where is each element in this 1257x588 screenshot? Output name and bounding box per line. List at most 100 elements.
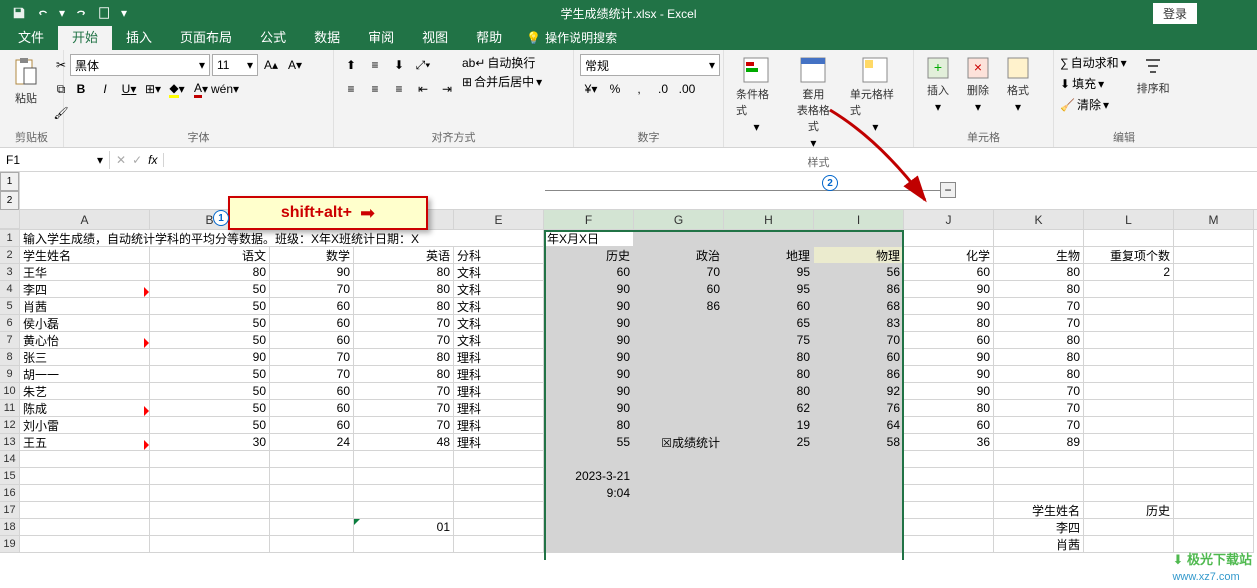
tab-formulas[interactable]: 公式 — [246, 23, 300, 50]
cell[interactable] — [1174, 519, 1254, 536]
cell[interactable] — [1174, 332, 1254, 349]
cell[interactable]: 70 — [354, 400, 454, 417]
cell[interactable]: 80 — [544, 417, 634, 434]
cell[interactable] — [20, 519, 150, 536]
cell[interactable] — [814, 519, 904, 536]
cell[interactable]: 2 — [1084, 264, 1174, 281]
cell[interactable]: 朱艺 — [20, 383, 150, 400]
tab-home[interactable]: 开始 — [58, 23, 112, 50]
cell[interactable] — [1084, 536, 1174, 553]
cell[interactable] — [634, 417, 724, 434]
cell[interactable]: 70 — [354, 315, 454, 332]
cell[interactable]: 80 — [994, 366, 1084, 383]
cell[interactable]: 60 — [270, 298, 354, 315]
row-header[interactable]: 6 — [0, 315, 20, 332]
cancel-formula-icon[interactable]: ✕ — [116, 153, 126, 167]
cell[interactable]: 文科 — [454, 281, 544, 298]
cell[interactable]: 50 — [150, 332, 270, 349]
col-header-F[interactable]: F — [544, 210, 634, 229]
cell[interactable]: 王五 — [20, 434, 150, 451]
row-header[interactable]: 5 — [0, 298, 20, 315]
cell[interactable] — [454, 485, 544, 502]
cell[interactable]: 黄心怡 — [20, 332, 150, 349]
cell[interactable]: 90 — [904, 281, 994, 298]
format-cells-button[interactable]: 格式▾ — [1000, 54, 1036, 116]
grid-body[interactable]: 1输入学生成绩，自动统计学科的平均分等数据。班级：X年X班统计日期：X年X月X日… — [0, 230, 1257, 553]
decrease-indent-icon[interactable]: ⇤ — [412, 78, 434, 100]
cell[interactable]: 理科 — [454, 366, 544, 383]
cell[interactable]: 侯小磊 — [20, 315, 150, 332]
cell[interactable]: 70 — [634, 264, 724, 281]
col-header-H[interactable]: H — [724, 210, 814, 229]
cell[interactable]: 50 — [150, 417, 270, 434]
cell[interactable]: 理科 — [454, 400, 544, 417]
tab-file[interactable]: 文件 — [4, 23, 58, 50]
cell[interactable]: 文科 — [454, 332, 544, 349]
cell[interactable]: 90 — [544, 315, 634, 332]
cell[interactable] — [1174, 434, 1254, 451]
currency-icon[interactable]: ¥▾ — [580, 78, 602, 100]
cell[interactable]: 60 — [634, 281, 724, 298]
fill-button[interactable]: ⬇填充▾ — [1060, 75, 1127, 92]
col-header-J[interactable]: J — [904, 210, 994, 229]
cell[interactable]: 01 — [354, 519, 454, 536]
font-name-combo[interactable]: 黑体▾ — [70, 54, 210, 76]
cell[interactable]: 理科 — [454, 417, 544, 434]
qat-dropdown-icon[interactable]: ▾ — [56, 2, 68, 24]
percent-icon[interactable]: % — [604, 78, 626, 100]
align-right-icon[interactable]: ≡ — [388, 78, 410, 100]
cell[interactable]: ☒成绩统计 — [634, 434, 724, 451]
cell[interactable]: 李四 — [994, 519, 1084, 536]
align-middle-icon[interactable]: ≡ — [364, 54, 386, 76]
cell[interactable]: 80 — [354, 349, 454, 366]
cell[interactable] — [904, 451, 994, 468]
cell[interactable] — [20, 451, 150, 468]
font-size-combo[interactable]: 11▾ — [212, 54, 258, 76]
conditional-format-button[interactable]: 条件格式▾ — [730, 54, 783, 136]
cell[interactable]: 50 — [150, 383, 270, 400]
cell[interactable] — [1084, 366, 1174, 383]
cell[interactable] — [1174, 383, 1254, 400]
row-header[interactable]: 19 — [0, 536, 20, 553]
cell[interactable]: 90 — [904, 298, 994, 315]
cell[interactable]: 80 — [354, 366, 454, 383]
cell[interactable] — [1174, 502, 1254, 519]
cell[interactable] — [634, 315, 724, 332]
cell[interactable] — [904, 519, 994, 536]
cell[interactable] — [1174, 400, 1254, 417]
cell[interactable]: 理科 — [454, 349, 544, 366]
cell[interactable]: 90 — [544, 383, 634, 400]
select-all-corner[interactable] — [0, 210, 20, 229]
tab-insert[interactable]: 插入 — [112, 23, 166, 50]
cell[interactable]: 50 — [150, 400, 270, 417]
tab-data[interactable]: 数据 — [300, 23, 354, 50]
cell[interactable] — [634, 366, 724, 383]
font-color-icon[interactable]: A▾ — [190, 78, 212, 100]
cell[interactable]: 输入学生成绩，自动统计学科的平均分等数据。班级：X年X班统计日期：X — [20, 230, 544, 247]
cell[interactable]: 50 — [150, 298, 270, 315]
cell[interactable] — [1084, 417, 1174, 434]
cell[interactable]: 生物 — [994, 247, 1084, 264]
cell[interactable] — [634, 536, 724, 553]
insert-cells-button[interactable]: + 插入▾ — [920, 54, 956, 116]
cell[interactable] — [634, 400, 724, 417]
cell[interactable] — [634, 349, 724, 366]
cell[interactable] — [1084, 519, 1174, 536]
delete-cells-button[interactable]: × 删除▾ — [960, 54, 996, 116]
row-header[interactable]: 8 — [0, 349, 20, 366]
row-header[interactable]: 17 — [0, 502, 20, 519]
cell[interactable] — [454, 502, 544, 519]
cell[interactable]: 90 — [270, 264, 354, 281]
cell[interactable]: 物理 — [814, 247, 904, 264]
cell[interactable]: 胡一一 — [20, 366, 150, 383]
cell[interactable] — [544, 502, 634, 519]
cell[interactable]: 2023-3-21 — [544, 468, 634, 485]
cell[interactable]: 90 — [904, 349, 994, 366]
align-center-icon[interactable]: ≡ — [364, 78, 386, 100]
italic-button[interactable]: I — [94, 78, 116, 100]
cell[interactable] — [634, 519, 724, 536]
cell[interactable] — [904, 230, 994, 247]
cell[interactable]: 56 — [814, 264, 904, 281]
cell[interactable] — [270, 536, 354, 553]
row-header[interactable]: 3 — [0, 264, 20, 281]
